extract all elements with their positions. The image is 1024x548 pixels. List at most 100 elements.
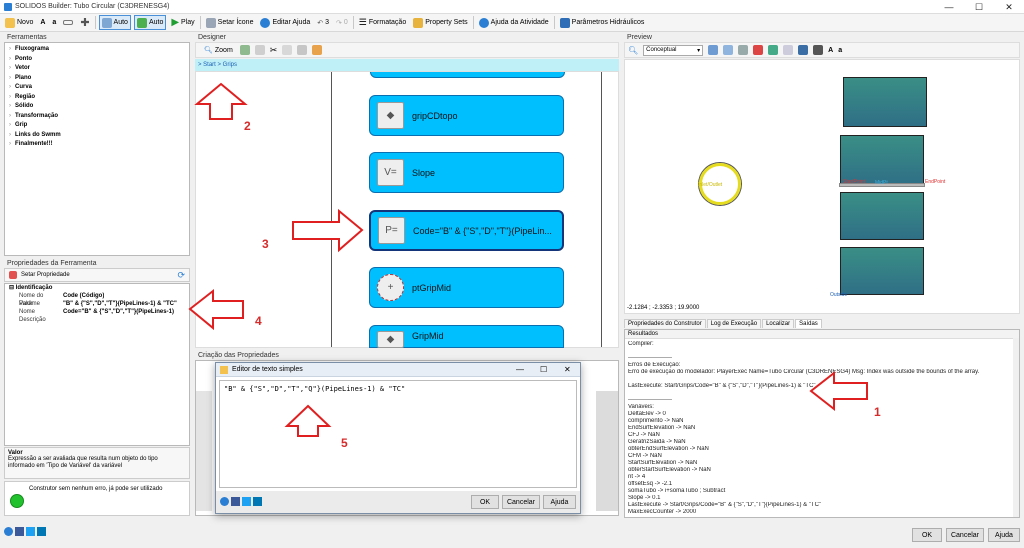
property-group[interactable]: ⊟ Identificação — [5, 284, 189, 292]
facebook-icon[interactable] — [231, 497, 240, 506]
parametros-button[interactable]: Parâmetros Hidráulicos — [558, 15, 647, 30]
tab-log[interactable]: Log de Execução — [706, 319, 762, 328]
novo-button[interactable]: Novo — [3, 15, 35, 30]
link-icon[interactable]: ⟳ — [177, 270, 185, 281]
linkedin-icon[interactable] — [37, 527, 46, 536]
editor-textarea[interactable]: "B" & {"S","D","T","Q"}(PipeLines-1) & "… — [219, 380, 577, 488]
minimize-button[interactable]: — — [934, 0, 964, 14]
tool-category[interactable]: Grip — [5, 121, 189, 131]
tool-category[interactable]: Links do Swmm — [5, 131, 189, 141]
result-line: CFJ -> NaN — [628, 432, 660, 438]
auto-button-1[interactable]: Auto — [98, 15, 131, 30]
render-icon[interactable] — [798, 45, 809, 55]
paste-icon[interactable] — [282, 45, 293, 55]
formatacao-button[interactable]: ☰ Formatação — [357, 15, 408, 30]
property-row[interactable]: Nome Code="B" & {"S","D","T"}(PipeLines-1… — [5, 308, 189, 316]
minimize-button[interactable]: — — [516, 365, 524, 374]
select-icon[interactable] — [239, 45, 250, 55]
tool-category[interactable]: Região — [5, 93, 189, 103]
tool-category[interactable]: Ponto — [5, 55, 189, 65]
twitter-icon[interactable] — [242, 497, 251, 506]
view-style-select[interactable]: Conceptual ▾ — [643, 44, 704, 56]
grip-icon: ◆ — [377, 331, 404, 348]
minus-button[interactable] — [61, 15, 75, 30]
hydraulic-icon — [559, 17, 570, 28]
flow-node[interactable]: + ptGripMid — [369, 267, 564, 308]
layers-icon[interactable] — [738, 45, 749, 55]
auto-button-2[interactable]: Auto — [133, 15, 167, 30]
cancel-button[interactable]: Cancelar — [946, 528, 984, 542]
property-row[interactable]: Valor "B" & {"S","D","T"}(PipeLines-1) & … — [5, 300, 189, 308]
undo-button[interactable]: ↶ 3 — [315, 15, 331, 30]
plus-button[interactable]: ✚ — [78, 15, 91, 30]
editor-ok-button[interactable]: OK — [471, 495, 499, 509]
tab-localizar[interactable]: Localizar — [762, 319, 795, 328]
propriedades-title: Propriedades da Ferramenta — [4, 259, 190, 268]
editor-cancel-button[interactable]: Cancelar — [502, 495, 540, 509]
status-ok-icon — [10, 494, 24, 508]
tool-category[interactable]: Transformação — [5, 112, 189, 122]
collapse-icon: ⊟ — [9, 285, 16, 291]
point-icon: + — [377, 274, 404, 301]
help-button[interactable]: Ajuda — [988, 528, 1020, 542]
setar-propriedade-button[interactable]: Setar Propriedade ⟳ — [4, 268, 190, 282]
property-row[interactable]: Descrição — [5, 316, 189, 324]
tool-category[interactable]: Plano — [5, 74, 189, 84]
cut-icon[interactable]: ✂ — [270, 45, 278, 56]
flow-node-top[interactable] — [370, 72, 565, 78]
camera-icon[interactable] — [813, 45, 824, 55]
play-button[interactable]: ▶ Play — [169, 15, 196, 30]
format-painter-icon[interactable] — [312, 45, 323, 55]
result-line: nt -> 4 — [628, 474, 646, 480]
share-icon[interactable] — [4, 527, 13, 536]
tool-category[interactable]: Finalmente!!! — [5, 140, 189, 150]
social-bar — [220, 497, 262, 506]
zoom-icon[interactable]: 🔍︎ — [628, 46, 638, 55]
tool-category[interactable]: Vetor — [5, 64, 189, 74]
editar-ajuda-button[interactable]: Editar Ajuda — [258, 15, 312, 30]
ajuda-atividade-button[interactable]: Ajuda da Atividade — [477, 15, 551, 30]
property-row[interactable]: Nome do Parâme Code (Código) — [5, 292, 189, 307]
view-cube-icon[interactable] — [708, 45, 719, 55]
editor-help-button[interactable]: Ajuda — [543, 495, 576, 509]
result-line: Erro de execução do modelador: PlayerExe… — [628, 369, 980, 375]
twitter-icon[interactable] — [26, 527, 35, 536]
tool-category[interactable]: Fluxograma — [5, 45, 189, 55]
preview-viewport[interactable]: Inlet/Outlet StartPoint MidPt EndPoint O… — [624, 59, 1020, 314]
ok-button[interactable]: OK — [912, 528, 942, 542]
copy-icon[interactable] — [254, 45, 265, 55]
font-smaller-button[interactable]: a — [838, 47, 842, 54]
close-button[interactable]: ✕ — [994, 0, 1024, 14]
property-sets-button[interactable]: Property Sets — [411, 15, 469, 30]
font-smaller-button[interactable]: a — [50, 15, 58, 30]
share-icon[interactable] — [220, 497, 229, 506]
maximize-button[interactable]: ☐ — [964, 0, 994, 14]
setar-icone-button[interactable]: Setar Ícone — [204, 15, 256, 30]
font-bigger-button[interactable]: A — [38, 15, 47, 30]
font-bigger-button[interactable]: A — [828, 47, 833, 54]
tab-propriedades[interactable]: Propriedades do Construtor — [624, 319, 706, 328]
orbit-icon[interactable] — [723, 45, 734, 55]
flow-node[interactable]: ◆ gripCDtopo — [369, 95, 564, 136]
flow-node[interactable]: ◆ GripMid — [369, 325, 564, 348]
redo-button[interactable]: ↷ 0 — [334, 15, 350, 30]
flow-node-selected[interactable]: P= Code="B" & {"S","D","T"}(PipeLin... — [369, 210, 564, 251]
axis-icon[interactable] — [753, 45, 764, 55]
grid-icon[interactable] — [768, 45, 779, 55]
zoom-button[interactable]: 🔍︎ Zoom — [202, 43, 235, 58]
linkedin-icon[interactable] — [253, 497, 262, 506]
tool-category[interactable]: Sólido — [5, 102, 189, 112]
results-scrollbar[interactable] — [1013, 338, 1019, 517]
flow-node[interactable]: V= Slope — [369, 152, 564, 193]
designer-toolbar: 🔍︎ Zoom ✂ — [195, 42, 619, 58]
tab-saidas[interactable]: Saídas — [795, 319, 822, 328]
duplicate-icon[interactable] — [297, 45, 308, 55]
pan-icon[interactable] — [783, 45, 794, 55]
breadcrumb[interactable]: > Start > Grips — [195, 59, 619, 71]
close-button[interactable]: ✕ — [564, 365, 571, 374]
maximize-button[interactable]: ☐ — [540, 365, 547, 374]
lane-line-right — [601, 72, 602, 347]
auto-icon — [101, 17, 112, 28]
tool-category[interactable]: Curva — [5, 83, 189, 93]
facebook-icon[interactable] — [15, 527, 24, 536]
